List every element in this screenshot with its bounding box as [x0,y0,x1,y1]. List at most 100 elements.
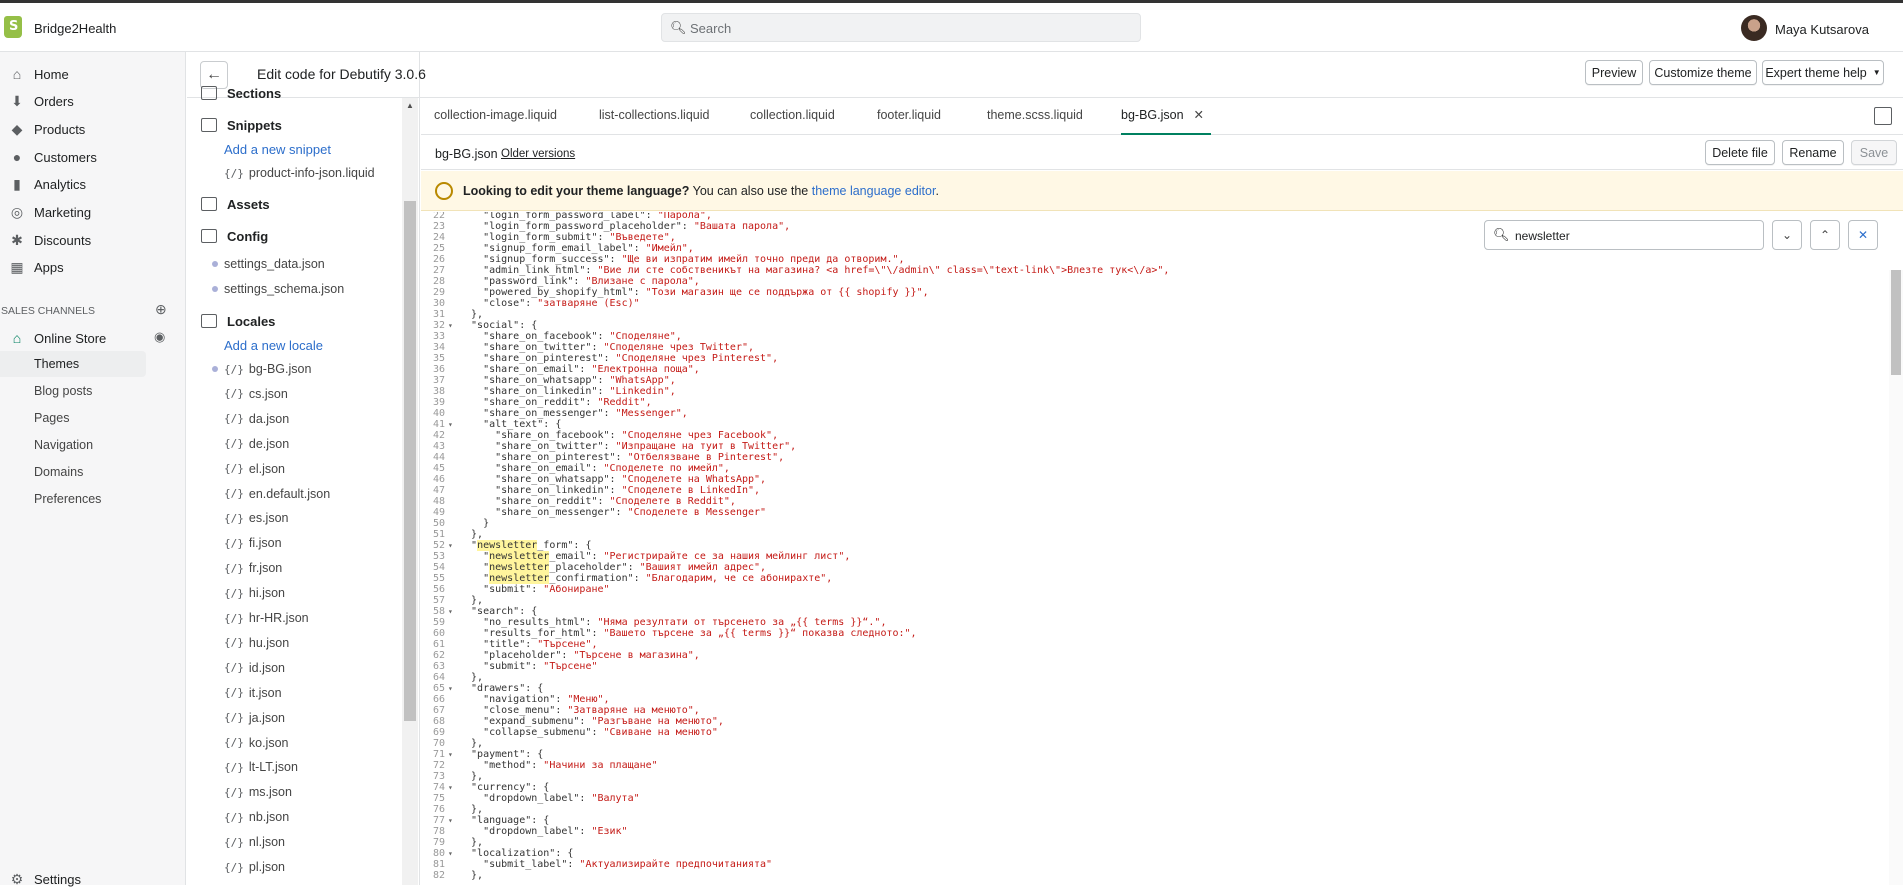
file-tree-scrollbar[interactable]: ▲ [402,98,418,885]
locale-file-item[interactable]: {/} pl.json [224,856,285,878]
fold-toggle-icon[interactable]: ▾ [448,848,453,859]
locale-file-item[interactable]: {/} id.json [224,657,285,679]
fold-toggle-icon[interactable]: ▾ [448,683,453,694]
nav-item-apps[interactable]: ▦ Apps [0,254,186,280]
code-key: "localization": { [459,848,574,859]
locale-file-item[interactable]: {/} bg-BG.json [212,358,311,380]
nav-item-customers[interactable]: ● Customers [0,144,186,170]
sub-item-navigation[interactable]: Navigation [34,432,146,458]
folder-config[interactable]: Config [201,224,268,248]
theme-language-editor-link[interactable]: theme language editor [812,184,936,198]
sub-item-pages[interactable]: Pages [34,405,146,431]
folder-snippets[interactable]: Snippets [201,113,282,137]
locale-file-item[interactable]: {/} it.json [224,682,282,704]
add-channel-icon[interactable]: ⊕ [155,301,167,318]
save-button[interactable]: Save [1851,140,1897,165]
scrollbar-thumb[interactable] [404,201,416,721]
folder-assets[interactable]: Assets [201,192,270,216]
add-locale-link[interactable]: Add a new locale [224,338,323,353]
fold-toggle-icon[interactable]: ▾ [448,749,453,760]
tab-footer[interactable]: footer.liquid [877,98,941,135]
expert-theme-help-button[interactable]: Expert theme help ▼ [1762,60,1884,85]
code-key: "share_on_reddit": [459,397,598,408]
eye-icon[interactable]: ◉ [154,329,165,345]
locale-file-item[interactable]: {/} fi.json [224,532,282,554]
code-line: 46 "share_on_whatsapp": "Споделете на Wh… [421,474,1883,485]
code-key-highlighted: "newsletter_email": [459,551,604,562]
fold-toggle-icon[interactable]: ▾ [448,606,453,617]
tab-collection-image[interactable]: collection-image.liquid [434,98,557,135]
folder-locales[interactable]: Locales [201,309,275,333]
nav-item-settings[interactable]: ⚙ Settings [0,866,186,892]
fold-toggle-icon[interactable]: ▾ [448,320,453,331]
customize-theme-button[interactable]: Customize theme [1649,60,1757,85]
locale-file-item[interactable]: {/} da.json [224,408,289,430]
locale-file-item[interactable]: {/} ko.json [224,732,288,754]
locale-file-item[interactable]: {/} es.json [224,507,288,529]
store-name[interactable]: Bridge2Health [34,21,116,36]
nav-item-discounts[interactable]: ✱ Discounts [0,227,186,253]
find-next-button[interactable]: ⌄ [1772,220,1802,250]
tab-bg-bg-json[interactable]: bg-BG.json ✕ [1121,98,1211,135]
nav-item-orders[interactable]: ⬇ Orders [0,88,186,114]
tab-collection[interactable]: collection.liquid [750,98,835,135]
scrollbar-thumb[interactable] [1891,270,1901,375]
locale-file-item[interactable]: {/} hu.json [224,632,289,654]
line-number: 51 [432,529,445,540]
file-settings-schema[interactable]: settings_schema.json [212,278,344,300]
locale-file-item[interactable]: {/} fr.json [224,557,282,579]
line-number: 52 [432,540,445,551]
file-settings-data[interactable]: settings_data.json [212,253,325,275]
sub-item-preferences[interactable]: Preferences [34,486,146,512]
sub-item-themes[interactable]: Themes [0,351,146,377]
fold-toggle-icon[interactable]: ▾ [448,419,453,430]
locale-file-item[interactable]: {/} hr-HR.json [224,607,309,629]
sub-item-blog-posts[interactable]: Blog posts [34,378,146,404]
nav-item-products[interactable]: ◆ Products [0,116,186,142]
file-label: ms.json [248,785,292,800]
search-input[interactable]: 🔍︎ Search [661,13,1141,42]
fullscreen-icon[interactable] [1874,107,1892,125]
locale-file-item[interactable]: {/} ja.json [224,707,285,729]
file-product-info-json[interactable]: {/} product-info-json.liquid [224,162,375,184]
locale-file-item[interactable]: {/} de.json [224,433,289,455]
tab-theme-scss[interactable]: theme.scss.liquid [987,98,1083,135]
code-scrollbar[interactable] [1889,270,1903,885]
locale-file-item[interactable]: {/} nb.json [224,806,289,828]
back-button[interactable]: ← [200,61,228,89]
shopify-logo-icon[interactable] [4,16,22,38]
add-snippet-link[interactable]: Add a new snippet [224,142,331,157]
tab-list-collections[interactable]: list-collections.liquid [599,98,709,135]
code-key: "submit": [459,584,544,595]
find-input[interactable]: 🔍︎ newsletter [1484,220,1764,250]
code-editor[interactable]: 22 "login_form_password_label": "Парола"… [421,212,1883,885]
close-tab-icon[interactable]: ✕ [1194,108,1204,122]
locale-file-item[interactable]: {/} cs.json [224,383,288,405]
delete-file-button[interactable]: Delete file [1705,140,1775,165]
locale-file-item[interactable]: {/} hi.json [224,582,285,604]
user-menu[interactable]: Maya Kutsarova [1733,15,1903,43]
nav-item-marketing[interactable]: ◎ Marketing [0,199,186,225]
rename-button[interactable]: Rename [1782,140,1844,165]
folder-icon [201,86,217,100]
nav-item-analytics[interactable]: ▮ Analytics [0,171,186,197]
find-previous-button[interactable]: ⌃ [1810,220,1840,250]
nav-item-home[interactable]: ⌂ Home [0,61,186,87]
locale-file-item[interactable]: {/} lt-LT.json [224,756,298,778]
code-key: "share_on_twitter": [459,441,616,452]
line-number: 29 [432,287,445,298]
locale-file-item[interactable]: {/} el.json [224,458,285,480]
locale-file-item[interactable]: {/} en.default.json [224,483,330,505]
fold-toggle-icon[interactable]: ▾ [448,540,453,551]
locale-file-item[interactable]: {/} ms.json [224,781,292,803]
preview-button[interactable]: Preview [1585,60,1643,85]
sub-item-domains[interactable]: Domains [34,459,146,485]
scroll-up-arrow-icon[interactable]: ▲ [406,101,414,110]
fold-toggle-icon[interactable]: ▾ [448,815,453,826]
folder-sections[interactable]: Sections [201,86,281,100]
locale-file-item[interactable]: {/} nl.json [224,831,285,853]
close-find-button[interactable]: ✕ [1848,220,1878,250]
fold-toggle-icon[interactable]: ▾ [448,782,453,793]
older-versions-link[interactable]: Older versions [501,148,575,160]
code-line: 30 "close": "затваряне (Esc)" [421,298,1883,309]
